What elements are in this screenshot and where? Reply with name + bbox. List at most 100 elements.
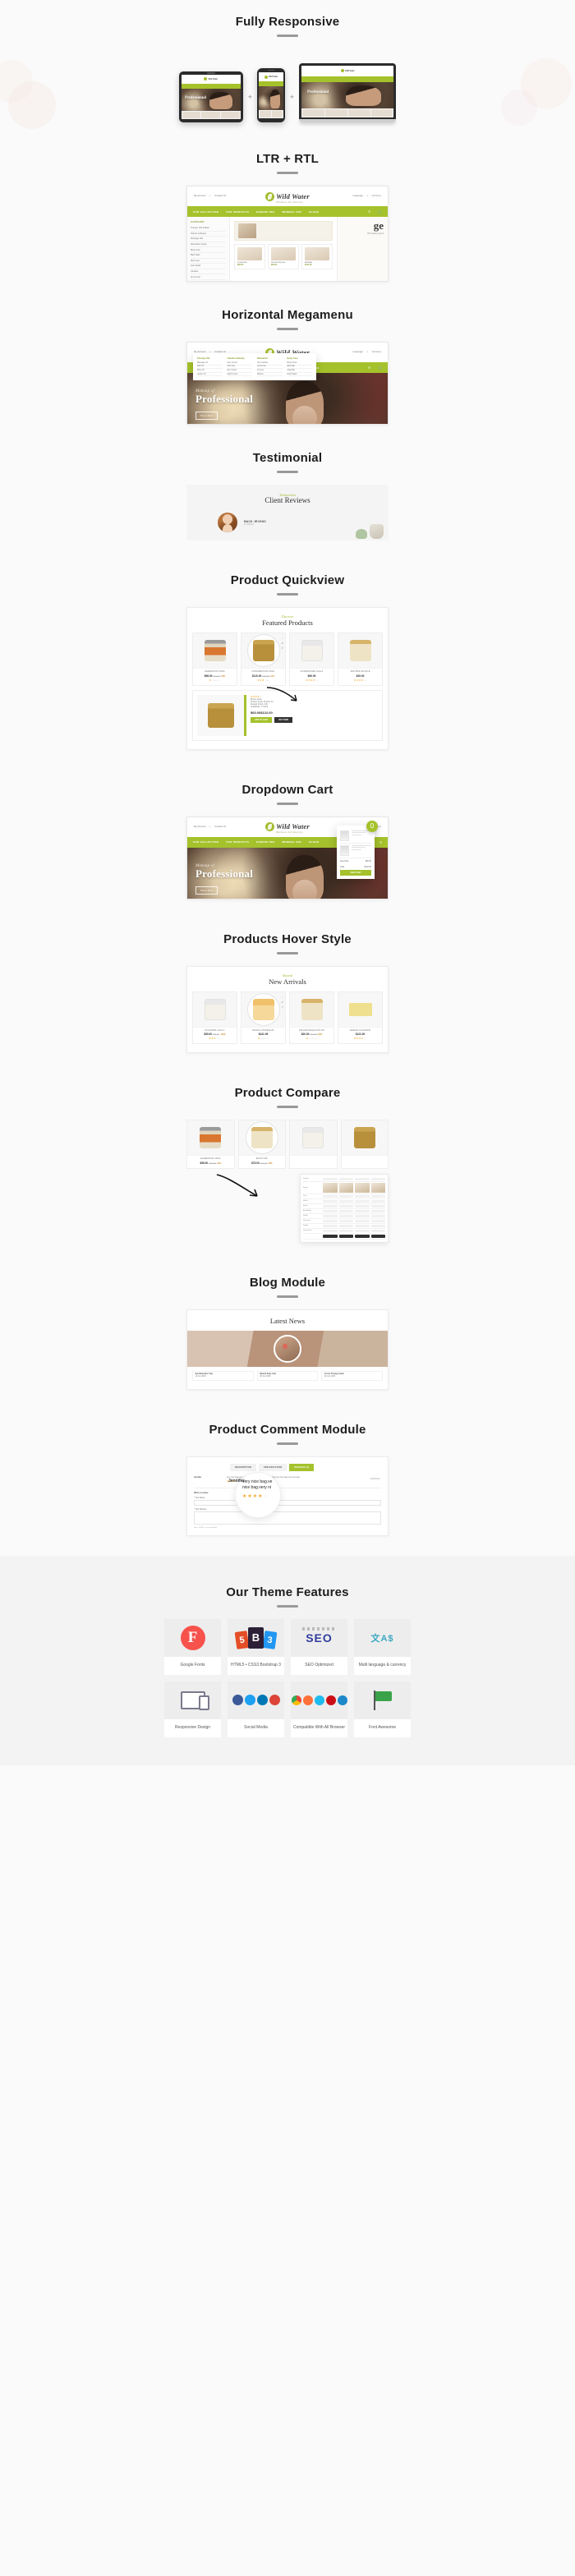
- blog-post-card[interactable]: Natural Body Care 08 Jun 2018: [256, 1370, 319, 1381]
- topbar-link-contact-us[interactable]: Contact Us: [214, 825, 226, 828]
- category-item[interactable]: Candles: [191, 269, 226, 275]
- cart-icon[interactable]: 🛒: [378, 366, 382, 370]
- nav-item-blogs[interactable]: BLOGS: [309, 210, 319, 214]
- category-item[interactable]: Bath Salts: [191, 253, 226, 259]
- nav-item-our-products[interactable]: OUR PRODUCTS: [226, 840, 249, 844]
- product-card[interactable]: SUSPENDISSE NULLA $96.00 ★★★★★: [289, 632, 334, 686]
- name-input[interactable]: [194, 1499, 381, 1506]
- tab-description[interactable]: DESCRIPTION: [230, 1463, 256, 1471]
- product-card[interactable]: AENEAN $122.00: [301, 244, 333, 269]
- language-selector[interactable]: Language: [352, 350, 362, 353]
- feature-card-google-fonts[interactable]: F Google Fonts: [164, 1618, 221, 1675]
- nav-item-mineral-spa[interactable]: MINERAL SPA: [283, 840, 302, 844]
- review-textarea[interactable]: [194, 1511, 381, 1525]
- product-image: [238, 1120, 285, 1155]
- product-card-hovered[interactable]: EFFICITUR $75.00$122.0038%: [237, 1120, 286, 1169]
- feature-card-social-media[interactable]: Social Media: [228, 1681, 284, 1737]
- product-card[interactable]: AENEAN DIGNISSIM $122.00 ★★★★★: [338, 991, 383, 1044]
- buy-now-button[interactable]: BUY NOW: [274, 716, 292, 723]
- hero-shop-now-button[interactable]: Shop Now: [196, 886, 218, 895]
- tab-specification[interactable]: SPECIFICATION: [258, 1463, 288, 1471]
- currency-selector[interactable]: Currency: [372, 350, 381, 353]
- nav-item-eingedi-spa[interactable]: EINGEDI SPA: [256, 840, 274, 844]
- megamenu-item[interactable]: Night Cream: [227, 373, 252, 377]
- cart-line-item[interactable]: [340, 844, 371, 858]
- nav-item-mineral-spa[interactable]: MINERAL SPA: [283, 210, 302, 214]
- megamenu-item[interactable]: Carrier Oil: [197, 373, 223, 377]
- product-card[interactable]: [340, 1120, 389, 1169]
- site-logo[interactable]: Wild WaterWellness For Eternity: [265, 189, 310, 205]
- hero-shop-now-button[interactable]: Shop Now: [196, 412, 218, 420]
- category-item[interactable]: Body Care: [191, 247, 226, 253]
- product-card-hovered[interactable]: ♡ ⇄ ⚲ CONDIMENTUM NUNC $110.00$122.0010% ★…: [241, 632, 286, 686]
- search-icon[interactable]: ⚲: [368, 209, 370, 214]
- product-card[interactable]: VESTIBULUM ANTE $45.00 ★★★★★: [338, 632, 383, 686]
- google-fonts-icon: F: [164, 1618, 221, 1657]
- blog-post-card[interactable]: Aroma Therapy Guide 02 Jun 2018: [321, 1370, 384, 1381]
- topbar-link-my-account[interactable]: My Account: [194, 194, 205, 197]
- search-icon[interactable]: ⚲: [368, 366, 370, 370]
- add-to-cart-button[interactable]: [323, 1234, 338, 1238]
- cart-icon[interactable]: 🛒: [378, 209, 382, 214]
- language-selector[interactable]: Language: [352, 194, 362, 197]
- topbar-link-contact-us[interactable]: Contact Us: [214, 194, 226, 197]
- category-item[interactable]: Relaxation Soaps: [191, 242, 226, 248]
- quickview-icon[interactable]: ⚲: [281, 1005, 283, 1009]
- category-item[interactable]: Face Mask: [191, 264, 226, 269]
- view-cart-button[interactable]: VIEW CART: [340, 869, 371, 876]
- product-card[interactable]: ELEMENTUM URNA $98.00$122.0020%: [186, 1120, 235, 1169]
- quickview-icon[interactable]: ⚲: [281, 646, 283, 650]
- hero-model: [346, 85, 381, 107]
- nav-item-blogs[interactable]: BLOGS: [309, 840, 319, 844]
- product-name: EFFICITUR: [255, 1158, 268, 1160]
- feature-card-responsive[interactable]: Responsive Design: [164, 1681, 221, 1737]
- megamenu-item[interactable]: Diffuser: [257, 373, 283, 377]
- nav-item-our-products[interactable]: OUR PRODUCTS: [226, 210, 249, 214]
- add-to-cart-button[interactable]: [370, 1234, 385, 1238]
- product-card[interactable]: DIGNISSIM $50.00: [234, 244, 265, 269]
- nav-item-our-collection[interactable]: OUR COLLECTION: [193, 210, 218, 214]
- blog-post-card[interactable]: Spa Relaxation Tips 12 Jun 2018: [192, 1370, 254, 1381]
- nav-item-eingedi-spa[interactable]: EINGEDI SPA: [256, 210, 274, 214]
- product-discount: 20%: [217, 1162, 222, 1165]
- feature-label: Font Awesome: [369, 1725, 396, 1731]
- product-card-hovered[interactable]: ♡ ⇄ ⚲ MAGNA CONSEQUAT $241.99 ★★★★★: [241, 991, 286, 1044]
- search-icon[interactable]: ⚲: [380, 840, 382, 844]
- product-card[interactable]: PELLENTESQUE $20.00: [268, 244, 299, 269]
- category-item[interactable]: Therapy Oils & Balm: [191, 226, 226, 232]
- compare-icon[interactable]: ⇄: [281, 642, 283, 645]
- product-card[interactable]: [289, 1120, 338, 1169]
- feature-card-multi-language[interactable]: 文A$ Multi language & currency: [354, 1618, 411, 1675]
- product-card[interactable]: ELEMENTUM URNA $98.00$122.0020% ★★★★★: [192, 632, 237, 686]
- cart-badge[interactable]: 0: [366, 820, 378, 832]
- topbar-link-my-account[interactable]: My Account: [194, 825, 205, 828]
- megamenu-item[interactable]: Hand Wash: [287, 373, 312, 377]
- category-item[interactable]: Aroma Set: [191, 274, 226, 280]
- currency-selector[interactable]: Currency: [372, 194, 381, 197]
- product-card[interactable]: DIGNISSIM LIGULA $50.00$25.00-100% ★★★★★: [192, 991, 237, 1044]
- nav-item-our-collection[interactable]: OUR COLLECTION: [193, 840, 218, 844]
- wishlist-icon[interactable]: ♡: [281, 996, 283, 999]
- feature-card-seo[interactable]: SEO SEO Optimized: [291, 1618, 347, 1675]
- category-item[interactable]: Massage Oils: [191, 237, 226, 242]
- tab-reviews[interactable]: REVIEWS (1): [289, 1463, 315, 1471]
- add-to-cart-button[interactable]: [355, 1234, 370, 1238]
- site-logo[interactable]: Wild WaterWellness For Eternity: [265, 819, 310, 835]
- feature-card-html5-css3[interactable]: 5B3 HTML5 • CSS3 Bootstrap 3: [228, 1618, 284, 1675]
- brand-name: Wild Water: [276, 822, 310, 831]
- category-item[interactable]: Vitamin & Beauty: [191, 232, 226, 237]
- compare-row-label: Model: [303, 1200, 308, 1202]
- add-to-cart-button[interactable]: ADD TO CART: [251, 716, 273, 723]
- cart-line-item[interactable]: [340, 829, 371, 844]
- wishlist-icon[interactable]: ♡: [281, 637, 283, 640]
- feature-card-browser-compat[interactable]: Compatible With All Browser: [291, 1681, 347, 1737]
- product-card[interactable]: PELLENTESQUE DOLOR $20.00$102.0080% ★★★★…: [289, 991, 334, 1044]
- add-to-cart-button[interactable]: [338, 1234, 353, 1238]
- section-header-compare: Product Compare: [0, 1071, 575, 1108]
- category-item[interactable]: Skin Care: [191, 259, 226, 264]
- compare-icon[interactable]: ⇄: [281, 1000, 283, 1004]
- feature-card-font-awesome[interactable]: Font Awesome: [354, 1681, 411, 1737]
- rtl-sample-text: ge: [373, 219, 384, 232]
- blog-post-meta: 12 Jun 2018: [195, 1375, 206, 1378]
- section-rule: [277, 1442, 298, 1445]
